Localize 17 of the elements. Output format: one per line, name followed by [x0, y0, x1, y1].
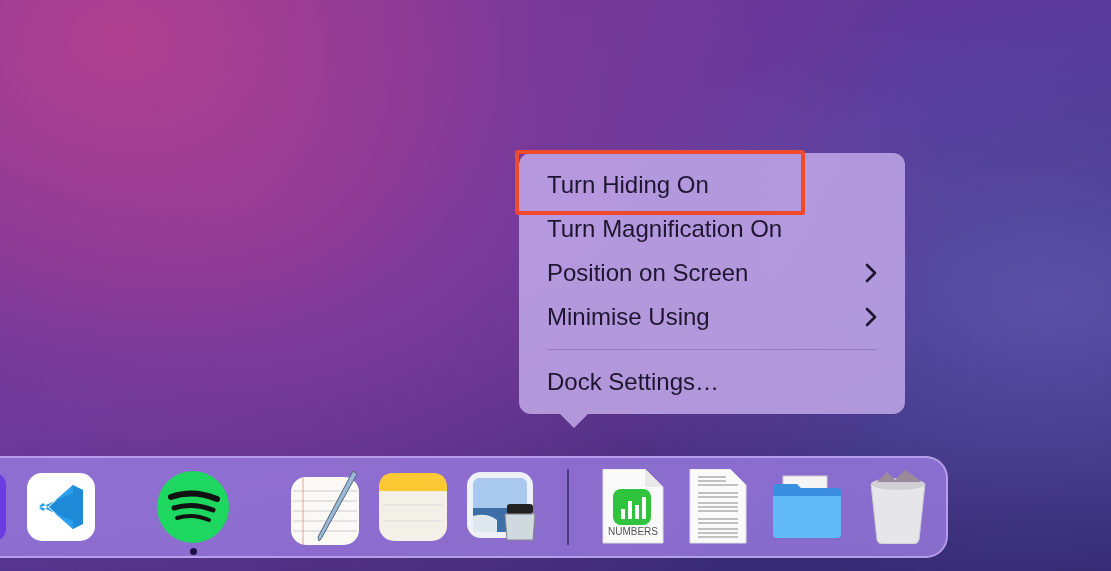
- menu-item[interactable]: Dock Settings…: [547, 360, 877, 404]
- menu-item[interactable]: Turn Magnification On: [547, 207, 877, 251]
- folder-icon[interactable]: [771, 474, 843, 540]
- file-type-label: NUMBERS: [608, 526, 658, 537]
- menu-item[interactable]: Position on Screen: [547, 251, 877, 295]
- menu-item[interactable]: Turn Hiding On: [547, 163, 877, 207]
- spreadsheet-file-icon[interactable]: [601, 469, 665, 545]
- running-indicator: [189, 548, 197, 555]
- chevron-right-icon: [865, 263, 877, 283]
- code-editor-icon[interactable]: [27, 473, 95, 541]
- chevron-right-icon: [865, 307, 877, 327]
- text-editor-icon[interactable]: [291, 469, 359, 545]
- menu-item[interactable]: Minimise Using: [547, 295, 877, 339]
- document-icon[interactable]: [688, 469, 748, 545]
- notes-icon[interactable]: [379, 473, 447, 541]
- preview-icon[interactable]: [467, 472, 537, 542]
- music-app-icon[interactable]: [157, 471, 229, 543]
